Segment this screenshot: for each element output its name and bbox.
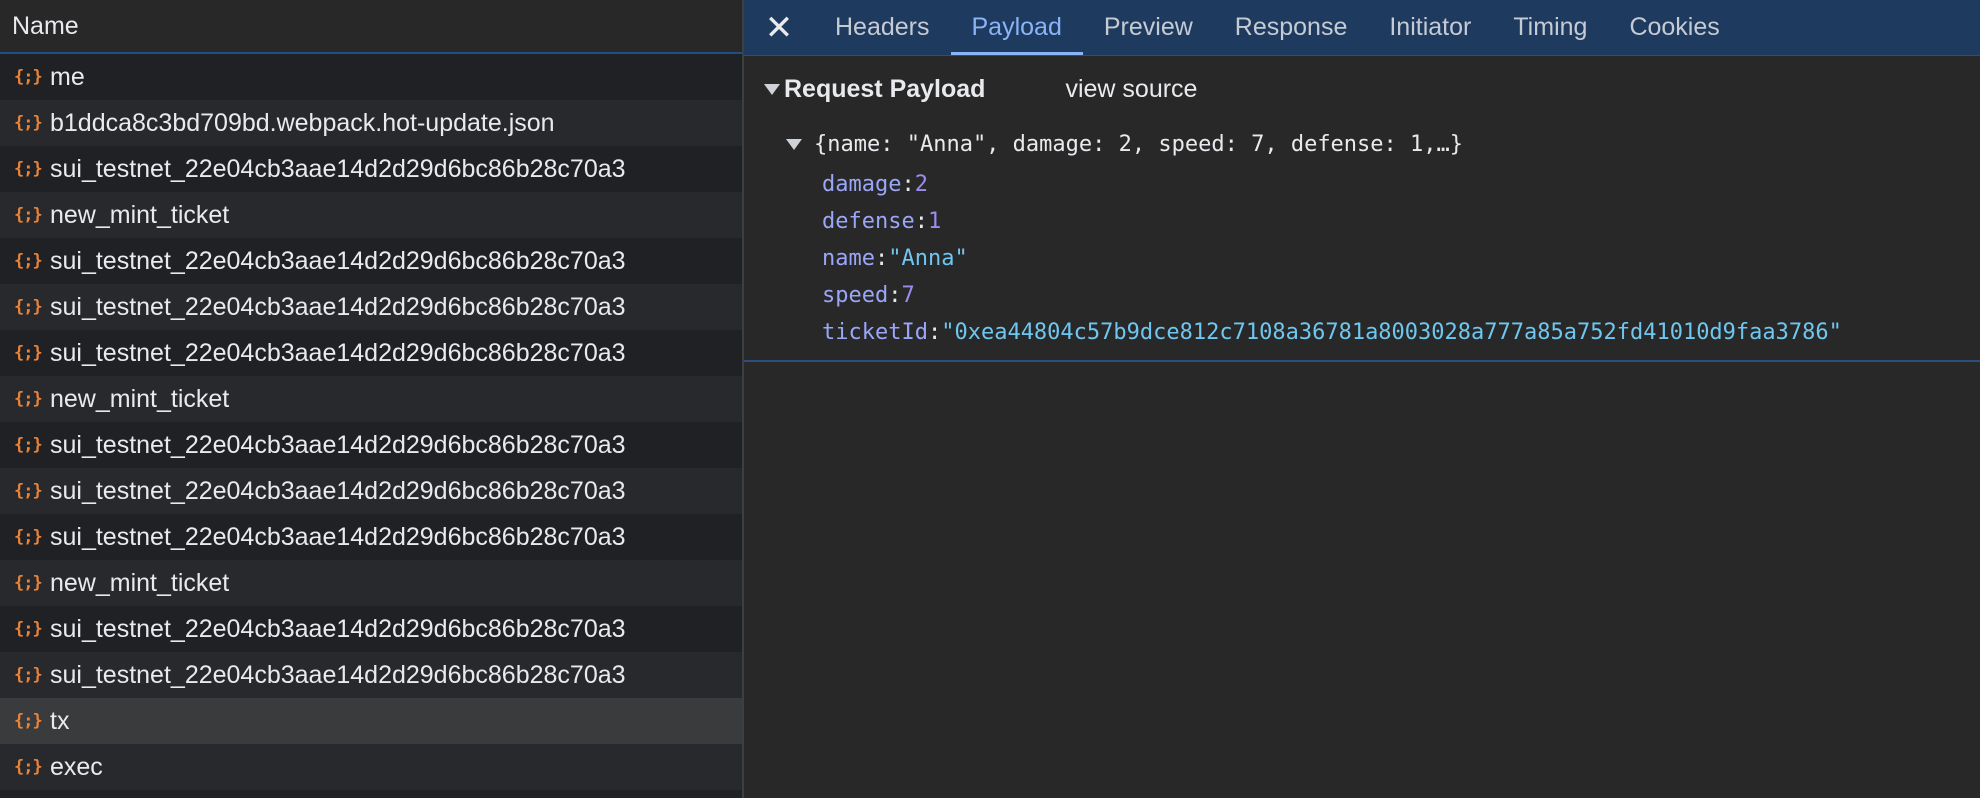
view-source-link[interactable]: view source xyxy=(1065,75,1197,104)
request-name: b1ddca8c3bd709bd.webpack.hot-update.json xyxy=(50,108,555,137)
payload-tree: {name: "Anna", damage: 2, speed: 7, defe… xyxy=(744,122,1980,351)
request-row[interactable]: {;} sui_testnet_22e04cb3aae14d2d29d6bc86b… xyxy=(0,606,742,652)
request-name: sui_testnet_22e04cb3aae14d2d29d6bc86b28c… xyxy=(50,476,626,505)
tab-timing[interactable]: Timing xyxy=(1492,0,1608,55)
payload-object-summary[interactable]: {name: "Anna", damage: 2, speed: 7, defe… xyxy=(744,122,1980,166)
request-row[interactable]: {;} sui_testnet_22e04cb3aae14d2d29d6bc86b… xyxy=(0,284,742,330)
request-row[interactable]: {;} new_mint_ticket xyxy=(0,560,742,606)
request-row[interactable]: {;} b1ddca8c3bd709bd.webpack.hot-update.j… xyxy=(0,100,742,146)
request-name: sui_testnet_22e04cb3aae14d2d29d6bc86b28c… xyxy=(50,338,626,367)
expand-triangle-icon[interactable] xyxy=(786,138,802,150)
payload-property[interactable]: name: "Anna" xyxy=(744,240,1980,277)
request-row[interactable]: {;} sui_testnet_22e04cb3aae14d2d29d6bc86b… xyxy=(0,652,742,698)
json-icon: {;} xyxy=(14,159,43,179)
request-name: sui_testnet_22e04cb3aae14d2d29d6bc86b28c… xyxy=(50,292,626,321)
json-icon: {;} xyxy=(14,389,43,409)
request-list: Name {;} me {;} b1ddca8c3bd709bd.webpack.ho… xyxy=(0,0,744,798)
property-value: "Anna" xyxy=(888,246,968,271)
json-icon: {;} xyxy=(14,527,43,547)
request-name: sui_testnet_22e04cb3aae14d2d29d6bc86b28c… xyxy=(50,614,626,643)
request-rows: {;} me {;} b1ddca8c3bd709bd.webpack.hot-upd… xyxy=(0,54,742,790)
property-key: speed xyxy=(822,283,889,308)
property-key: damage xyxy=(822,172,902,197)
request-name: tx xyxy=(50,706,70,735)
payload-property[interactable]: defense: 1 xyxy=(744,203,1980,240)
details-tabs: Headers Payload Preview Response Initiator Ti… xyxy=(814,0,1741,55)
request-row[interactable]: {;} sui_testnet_22e04cb3aae14d2d29d6bc86b… xyxy=(0,330,742,376)
property-key: name xyxy=(822,246,875,271)
collapse-triangle-icon[interactable] xyxy=(764,83,780,95)
json-icon: {;} xyxy=(14,205,43,225)
payload-title: Request Payload xyxy=(784,74,986,103)
payload-property[interactable]: ticketId: "0xea44804c57b9dce812c7108a367… xyxy=(744,314,1980,351)
tab-payload[interactable]: Payload xyxy=(950,0,1084,55)
request-row[interactable]: {;} sui_testnet_22e04cb3aae14d2d29d6bc86b… xyxy=(0,468,742,514)
json-icon: {;} xyxy=(14,711,43,731)
property-separator: : xyxy=(901,172,915,197)
request-name: sui_testnet_22e04cb3aae14d2d29d6bc86b28c… xyxy=(50,246,626,275)
property-value: 7 xyxy=(901,283,915,308)
json-icon: {;} xyxy=(14,297,43,317)
json-icon: {;} xyxy=(14,343,43,363)
tab-headers[interactable]: Headers xyxy=(814,0,951,55)
request-row[interactable]: {;} sui_testnet_22e04cb3aae14d2d29d6bc86b… xyxy=(0,238,742,284)
name-column-header[interactable]: Name xyxy=(0,0,742,54)
property-value: 1 xyxy=(927,209,942,234)
payload-property[interactable]: speed: 7 xyxy=(744,277,1980,314)
request-row[interactable]: {;} tx xyxy=(0,698,742,744)
request-payload-section-header[interactable]: Request Payload view source xyxy=(744,56,1980,122)
request-row[interactable]: {;} sui_testnet_22e04cb3aae14d2d29d6bc86b… xyxy=(0,422,742,468)
tab-preview[interactable]: Preview xyxy=(1083,0,1214,55)
property-key: defense xyxy=(822,209,915,234)
json-icon: {;} xyxy=(14,619,43,639)
property-separator: : xyxy=(874,246,889,271)
request-details: ✕ Headers Payload Preview Response Initiator… xyxy=(744,0,1980,798)
json-icon: {;} xyxy=(14,573,43,593)
json-icon: {;} xyxy=(14,251,43,271)
request-name: sui_testnet_22e04cb3aae14d2d29d6bc86b28c… xyxy=(50,660,626,689)
json-icon: {;} xyxy=(14,665,43,685)
tab-cookies[interactable]: Cookies xyxy=(1608,0,1740,55)
request-row[interactable]: {;} new_mint_ticket xyxy=(0,192,742,238)
property-value: "0xea44804c57b9dce812c7108a36781a8003028… xyxy=(941,320,1842,345)
close-icon[interactable]: ✕ xyxy=(744,0,814,55)
request-row[interactable]: {;} sui_testnet_22e04cb3aae14d2d29d6bc86b… xyxy=(0,514,742,560)
request-row[interactable]: {;} exec xyxy=(0,744,742,790)
payload-summary-text: {name: "Anna", damage: 2, speed: 7, defe… xyxy=(814,131,1464,157)
request-row[interactable]: {;} sui_testnet_22e04cb3aae14d2d29d6bc86b… xyxy=(0,146,742,192)
json-icon: {;} xyxy=(14,67,43,87)
json-icon: {;} xyxy=(14,757,43,777)
request-name: exec xyxy=(50,752,103,781)
property-key: ticketId xyxy=(822,320,928,345)
details-tab-bar: ✕ Headers Payload Preview Response Initiator… xyxy=(744,0,1980,56)
property-separator: : xyxy=(914,209,928,234)
request-name: sui_testnet_22e04cb3aae14d2d29d6bc86b28c… xyxy=(50,522,626,551)
property-separator: : xyxy=(888,283,902,308)
request-name: new_mint_ticket xyxy=(50,200,230,229)
tab-initiator[interactable]: Initiator xyxy=(1368,0,1492,55)
property-separator: : xyxy=(927,320,942,345)
request-name: sui_testnet_22e04cb3aae14d2d29d6bc86b28c… xyxy=(50,154,626,183)
request-row[interactable]: {;} new_mint_ticket xyxy=(0,376,742,422)
request-row[interactable]: {;} me xyxy=(0,54,742,100)
payload-divider xyxy=(744,360,1980,362)
json-icon: {;} xyxy=(14,481,43,501)
json-icon: {;} xyxy=(14,113,43,133)
json-icon: {;} xyxy=(14,435,43,455)
devtools-network-panel: Name {;} me {;} b1ddca8c3bd709bd.webpack.ho… xyxy=(0,0,1980,798)
request-name: sui_testnet_22e04cb3aae14d2d29d6bc86b28c… xyxy=(50,430,626,459)
property-value: 2 xyxy=(914,172,928,197)
request-name: me xyxy=(50,62,85,91)
tab-response[interactable]: Response xyxy=(1214,0,1369,55)
request-name: new_mint_ticket xyxy=(50,384,230,413)
payload-property[interactable]: damage: 2 xyxy=(744,166,1980,203)
payload-properties: damage: 2 defense: 1 name: "Anna" speed: 7t… xyxy=(744,166,1980,351)
request-name: new_mint_ticket xyxy=(50,568,230,597)
